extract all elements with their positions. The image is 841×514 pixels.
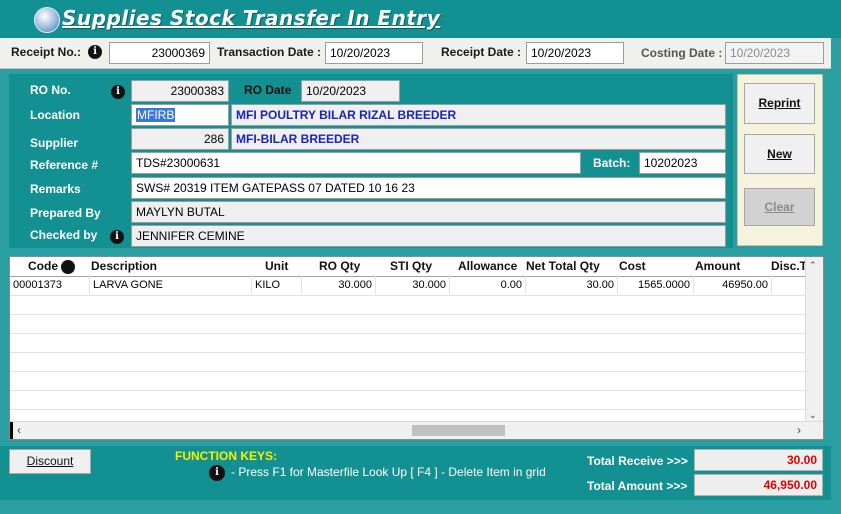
- grid-header: Code i Description Unit RO Qty STI Qty A…: [10, 257, 807, 277]
- cell-net-total-qty[interactable]: 30.00: [526, 276, 618, 294]
- function-keys-label: FUNCTION KEYS:: [175, 449, 277, 463]
- info-icon[interactable]: i: [88, 45, 102, 59]
- prepared-by-field: MAYLYN BUTAL: [131, 201, 726, 223]
- empty-row: [10, 295, 807, 315]
- ro-no-label: RO No.: [30, 83, 71, 97]
- receipt-no-field[interactable]: 23000369: [109, 42, 210, 64]
- scroll-up-icon[interactable]: ⌃: [809, 260, 817, 271]
- column-header-unit[interactable]: Unit: [265, 257, 288, 276]
- prepared-by-label: Prepared By: [30, 206, 101, 220]
- scroll-right-icon[interactable]: ›: [797, 423, 801, 437]
- ro-date-label: RO Date: [244, 83, 292, 97]
- reference-label: Reference #: [30, 158, 99, 172]
- clear-button[interactable]: Clear: [744, 188, 815, 226]
- column-header-amount[interactable]: Amount: [695, 257, 740, 276]
- empty-row: [10, 314, 807, 334]
- empty-row: [10, 352, 807, 372]
- reference-field[interactable]: TDS#23000631: [131, 152, 581, 174]
- cell-amount[interactable]: 46950.00: [694, 276, 772, 294]
- total-receive-value: 30.00: [694, 449, 823, 471]
- discount-button[interactable]: Discount: [9, 449, 91, 474]
- checked-by-field[interactable]: JENNIFER CEMINE: [131, 225, 726, 247]
- horizontal-scrollbar[interactable]: ‹ ›: [10, 421, 823, 439]
- remarks-field[interactable]: SWS# 20319 ITEM GATEPASS 07 DATED 10 16 …: [131, 177, 726, 199]
- info-icon[interactable]: i: [61, 260, 75, 274]
- checked-by-label: Checked by: [30, 228, 98, 242]
- ro-date-field[interactable]: 10/20/2023: [301, 80, 400, 102]
- window-title: Supplies Stock Transfer In Entry: [62, 6, 441, 30]
- new-button[interactable]: New: [744, 134, 815, 174]
- supplier-code-field[interactable]: 286: [131, 128, 229, 150]
- location-name-field: MFI POULTRY BILAR RIZAL BREEDER: [231, 104, 726, 126]
- transaction-date-label: Transaction Date :: [217, 45, 322, 59]
- costing-date-label: Costing Date :: [641, 46, 723, 60]
- scroll-thumb[interactable]: [412, 425, 505, 436]
- costing-date-field: 10/20/2023: [725, 42, 824, 64]
- column-header-ro-qty[interactable]: RO Qty: [319, 257, 360, 276]
- reprint-button[interactable]: Reprint: [744, 83, 815, 124]
- scroll-edge-marker: [10, 422, 13, 439]
- empty-row: [10, 371, 807, 391]
- total-amount-value: 46,950.00: [694, 474, 823, 496]
- receipt-no-label: Receipt No.:: [11, 45, 82, 59]
- table-row[interactable]: 00001373 LARVA GONE KILO 30.000 30.000 0…: [10, 276, 807, 296]
- cell-sti-qty[interactable]: 30.000: [376, 276, 450, 294]
- cell-allowance[interactable]: 0.00: [450, 276, 526, 294]
- receipt-date-label: Receipt Date :: [441, 45, 522, 59]
- column-header-description[interactable]: Description: [91, 257, 157, 276]
- transaction-date-field[interactable]: 10/20/2023: [325, 42, 423, 64]
- vertical-scrollbar[interactable]: ⌃ ⌄: [805, 257, 823, 423]
- location-code-field[interactable]: MFIRB: [131, 104, 229, 126]
- column-header-net-total-qty[interactable]: Net Total Qty: [526, 257, 600, 276]
- cell-unit[interactable]: KILO: [252, 276, 302, 294]
- cell-disc[interactable]: [772, 276, 807, 294]
- info-icon[interactable]: i: [110, 230, 124, 244]
- column-header-sti-qty[interactable]: STI Qty: [390, 257, 432, 276]
- column-header-disc[interactable]: Disc.T: [771, 257, 807, 276]
- ro-no-field[interactable]: 23000383: [131, 80, 229, 102]
- column-header-cost[interactable]: Cost: [619, 257, 646, 276]
- cell-cost[interactable]: 1565.0000: [618, 276, 694, 294]
- empty-row: [10, 333, 807, 353]
- info-icon[interactable]: i: [111, 85, 125, 99]
- location-code-value: MFIRB: [136, 108, 176, 122]
- column-header-code[interactable]: Code: [28, 257, 58, 276]
- function-keys-text: - Press F1 for Masterfile Look Up [ F4 ]…: [231, 465, 546, 479]
- info-icon: i: [209, 465, 225, 481]
- supplier-label: Supplier: [30, 136, 79, 150]
- empty-row: [10, 390, 807, 410]
- total-amount-label: Total Amount >>>: [587, 479, 688, 493]
- cell-description[interactable]: LARVA GONE: [90, 276, 252, 294]
- items-grid[interactable]: Code i Description Unit RO Qty STI Qty A…: [9, 256, 824, 440]
- scroll-left-icon[interactable]: ‹: [17, 423, 21, 437]
- total-receive-label: Total Receive >>>: [587, 454, 688, 468]
- location-label: Location: [30, 108, 80, 122]
- receipt-date-field[interactable]: 10/20/2023: [526, 42, 624, 64]
- supplier-name-field: MFI-BILAR BREEDER: [231, 128, 726, 150]
- scroll-down-icon[interactable]: ⌄: [809, 410, 817, 421]
- batch-field[interactable]: 10202023: [639, 152, 726, 174]
- column-header-allowance[interactable]: Allowance: [458, 257, 517, 276]
- batch-label: Batch:: [593, 156, 631, 170]
- cell-code[interactable]: 00001373: [10, 276, 90, 294]
- remarks-label: Remarks: [30, 182, 81, 196]
- app-icon: [34, 7, 60, 33]
- cell-ro-qty[interactable]: 30.000: [302, 276, 376, 294]
